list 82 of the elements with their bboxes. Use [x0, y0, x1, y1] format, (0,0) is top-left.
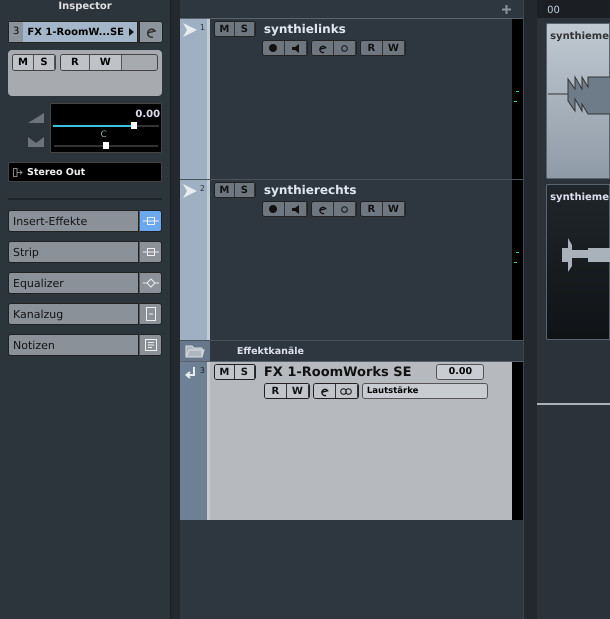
volume-wedge-icon — [28, 113, 44, 123]
section-icon-button[interactable] — [139, 303, 162, 325]
audio-event[interactable]: synthieme — [546, 184, 610, 340]
circle-icon — [340, 206, 348, 212]
monitor-button[interactable] — [284, 41, 307, 55]
edit-icon — [316, 204, 328, 214]
triangle-right-icon — [129, 28, 134, 36]
circle-icon — [340, 44, 348, 52]
toggle-button[interactable]: M — [13, 55, 34, 70]
event-name: synthieme — [549, 31, 609, 42]
add-track-icon[interactable] — [502, 4, 512, 14]
read-button[interactable]: R — [264, 384, 287, 398]
track-header[interactable]: 2 M S synthierechts R W — [180, 180, 524, 341]
track-number: 1 — [200, 23, 205, 32]
toggle-button[interactable]: R — [61, 55, 90, 70]
record-button[interactable] — [262, 41, 285, 55]
automation-parameter-field[interactable]: Lautstärke — [362, 383, 488, 399]
pan-slider-thumb[interactable] — [103, 142, 110, 149]
monitor-button[interactable] — [284, 202, 307, 216]
section-icon-button[interactable] — [139, 334, 162, 356]
track-name: synthielinks — [264, 22, 346, 36]
output-routing-field[interactable]: Stereo Out — [8, 162, 162, 182]
toggle-button[interactable]: W — [90, 55, 122, 70]
channel-selector[interactable]: 3 FX 1-RoomW...SE — [8, 21, 138, 43]
section-icon-button[interactable] — [139, 272, 162, 294]
freeze-button[interactable] — [334, 41, 356, 55]
event-name: synthieme — [549, 192, 609, 203]
record-icon — [269, 44, 278, 52]
audio-event[interactable]: synthieme — [546, 23, 610, 179]
link-icon — [340, 388, 352, 394]
folder-icon — [184, 344, 205, 358]
speaker-icon — [292, 204, 299, 214]
notes-icon — [144, 339, 157, 351]
mute-button[interactable]: M — [214, 22, 235, 36]
folder-name: Effektkanäle — [236, 346, 304, 356]
edit-icon — [316, 42, 328, 54]
freeze-button[interactable] — [334, 202, 356, 216]
track-number: 3 — [200, 366, 205, 375]
pan-value: C — [100, 130, 107, 140]
mute-button[interactable]: M — [214, 183, 235, 197]
solo-button[interactable]: S — [234, 365, 255, 379]
record-button[interactable] — [262, 202, 285, 216]
read-button[interactable]: R — [360, 202, 383, 216]
play-triangle-icon — [182, 23, 197, 37]
diamond-icon — [142, 278, 159, 288]
edit-button[interactable] — [314, 384, 336, 398]
solo-button[interactable]: S — [234, 22, 255, 36]
inspector-section-button[interactable]: Notizen — [8, 334, 140, 356]
play-triangle-icon — [182, 184, 197, 198]
return-arrow-icon — [182, 366, 197, 380]
folder-track[interactable]: Effektkanäle — [180, 341, 524, 362]
link-button[interactable] — [336, 384, 358, 398]
insert-slot-icon — [142, 247, 159, 257]
timeline-ruler[interactable]: 00 — [537, 0, 610, 18]
write-button[interactable]: W — [382, 41, 405, 55]
section-icon-button[interactable] — [139, 210, 162, 232]
write-button[interactable]: W — [382, 202, 405, 216]
insert-slot-icon — [142, 216, 159, 226]
inspector-title: Inspector — [57, 0, 113, 13]
mute-button[interactable]: M — [214, 365, 235, 379]
volume-value: 0.00 — [135, 109, 160, 120]
volume-value-field[interactable]: 0.00 — [436, 364, 484, 380]
record-icon — [269, 205, 278, 213]
speaker-icon — [292, 44, 299, 52]
track-name: FX 1-RoomWorks SE — [264, 364, 412, 380]
channel-strip-icon — [146, 307, 156, 321]
read-button[interactable]: R — [360, 41, 383, 55]
solo-button[interactable]: S — [234, 183, 255, 197]
output-arrow-icon — [13, 168, 23, 176]
track-header[interactable]: 1 M S synthielinks R W — [180, 19, 524, 180]
track-number: 2 — [200, 184, 205, 193]
inspector-section-button[interactable]: Kanalzug — [8, 303, 140, 325]
track-name: synthierechts — [264, 183, 357, 197]
section-icon-button[interactable] — [139, 241, 162, 263]
inspector-section-button[interactable]: Equalizer — [8, 272, 140, 294]
inspector-section-button[interactable]: Strip — [8, 241, 140, 263]
edit-icon — [318, 386, 330, 396]
inspector-section-button[interactable]: Insert-Effekte — [8, 210, 140, 232]
toggle-button[interactable]: S — [34, 55, 55, 70]
pan-icon — [28, 137, 44, 147]
write-button[interactable]: W — [286, 384, 309, 398]
ruler-label: 00 — [547, 5, 560, 16]
